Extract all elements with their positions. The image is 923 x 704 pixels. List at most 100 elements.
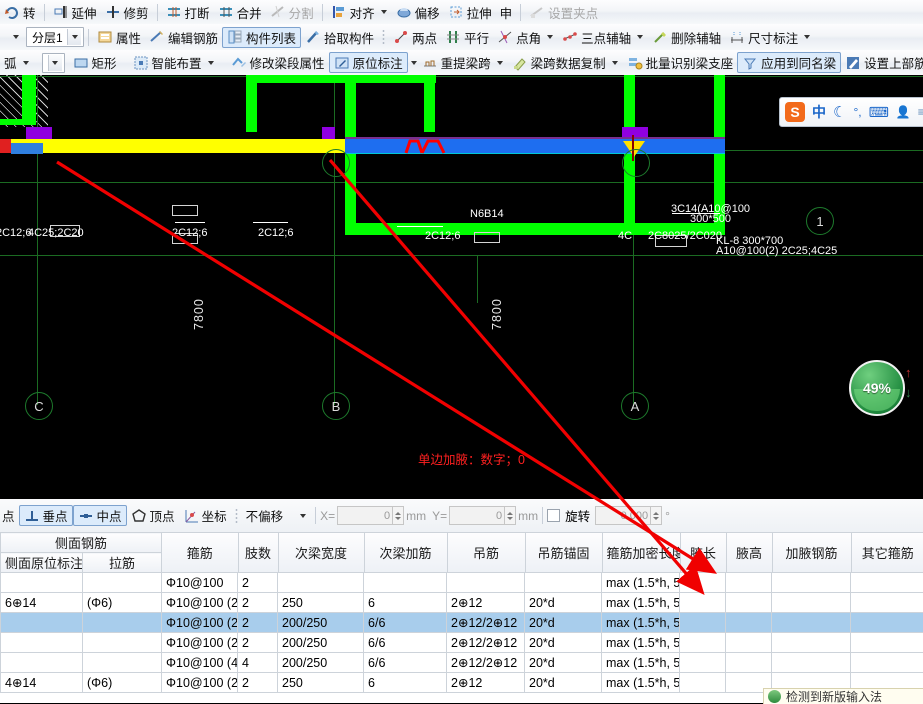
toolbar-item-parallel[interactable]: 平行: [441, 26, 493, 48]
more-icon[interactable]: ≡: [918, 105, 923, 119]
toolbar-item-extend[interactable]: 延伸: [49, 1, 101, 23]
cell-legs[interactable]: 2: [238, 633, 278, 653]
cell-haunch-length[interactable]: [680, 653, 726, 673]
column-header-hanger-anchor[interactable]: 吊筋锚固: [525, 533, 602, 572]
toolbar-item-rectangle[interactable]: 矩形: [69, 52, 121, 74]
chevron-down-icon-insitu[interactable]: [411, 61, 417, 65]
toolbar-item-rotate[interactable]: 转: [0, 1, 40, 23]
cell-legs[interactable]: 2: [238, 573, 278, 593]
cell-side-insitu-rebar[interactable]: 4⊕14: [1, 673, 83, 693]
column-header-tie-rebar[interactable]: 拉筋: [83, 553, 162, 573]
toolbar-item-copy-span-data[interactable]: 梁跨数据复制: [508, 52, 623, 74]
cell-side-insitu-rebar[interactable]: [1, 613, 83, 633]
cell-secondary-beam-rebar[interactable]: 6/6: [364, 633, 447, 653]
offset-mode-select[interactable]: 不偏移: [242, 505, 312, 527]
cell-stirrup[interactable]: Φ10@100 (2: [162, 613, 238, 633]
snap-item-coordinate[interactable]: 坐标: [179, 505, 231, 527]
cell-tie-rebar[interactable]: (Φ6): [83, 673, 162, 693]
cell-side-insitu-rebar[interactable]: 6⊕14: [1, 593, 83, 613]
cell-secondary-beam-rebar[interactable]: 6: [364, 593, 447, 613]
x-coord-value[interactable]: 0: [337, 506, 393, 525]
cell-secondary-beam-width[interactable]: 200/250: [278, 613, 364, 633]
cell-haunch-length[interactable]: [680, 573, 726, 593]
table-row-selected[interactable]: Φ10@100 (2 2 200/250 6/6 2⊕12/2⊕12 20*d …: [1, 613, 923, 633]
cell-stirrup[interactable]: Φ10@100 (4: [162, 653, 238, 673]
beam-segment[interactable]: [0, 119, 36, 125]
grid-bubble-top[interactable]: [322, 149, 350, 177]
chevron-down-icon[interactable]: [547, 35, 553, 39]
toolbar-grip[interactable]: [382, 29, 385, 45]
chevron-down-icon[interactable]: [67, 29, 81, 45]
toolbar-item-three-point-axis[interactable]: 三点辅轴: [558, 26, 648, 48]
cell-stirrup-dense-length[interactable]: max (1.5*h, 50: [602, 613, 680, 633]
cad-drawing-canvas[interactable]: 2C12;6 4C25;2C20 2C12;6 2C12;6 2C12;6 N6…: [0, 75, 923, 499]
cell-hanger-anchor[interactable]: 20*d: [525, 653, 602, 673]
toolbar-item-point-angle[interactable]: 点角: [493, 26, 558, 48]
cell-haunch-rebar[interactable]: [772, 573, 851, 593]
cell-secondary-beam-rebar[interactable]: 6/6: [364, 613, 447, 633]
beam-segment[interactable]: [22, 75, 36, 125]
toolbar-item-stretch[interactable]: 拉伸: [444, 1, 496, 23]
cell-hanger[interactable]: 2⊕12: [447, 593, 525, 613]
cell-secondary-beam-rebar[interactable]: 6/6: [364, 653, 447, 673]
rotate-input[interactable]: 0.000: [595, 506, 662, 525]
axis-bubble-B[interactable]: B: [322, 392, 350, 420]
toolbar-row-edit[interactable]: 转 延伸 修剪 打断 合并 分割 对齐 偏移 拉伸 申 设置夹点: [0, 0, 923, 25]
cell-haunch-length[interactable]: [680, 673, 726, 693]
axis-bubble-A[interactable]: A: [621, 392, 649, 420]
toolbar-item-edit-beam-seg[interactable]: 修改梁段属性: [227, 52, 329, 74]
cell-secondary-beam-width[interactable]: [278, 573, 364, 593]
toolbar-item-split[interactable]: 分割: [266, 1, 318, 23]
toolbar-item-apply-same-name[interactable]: 应用到同名梁: [737, 52, 841, 73]
cell-stirrup[interactable]: Φ10@100 (2: [162, 633, 238, 653]
cell-secondary-beam-width[interactable]: 250: [278, 673, 364, 693]
cell-stirrup-dense-length[interactable]: max (1.5*h, 50: [602, 633, 680, 653]
rebar-grid[interactable]: 侧面钢筋 箍筋 肢数 次梁宽度 次梁加筋 吊筋: [0, 532, 923, 693]
cell-tie-rebar[interactable]: [83, 653, 162, 673]
toolbar-item-component-list[interactable]: 构件列表: [222, 27, 301, 48]
cell-hanger[interactable]: 2⊕12/2⊕12: [447, 613, 525, 633]
cell-tie-rebar[interactable]: [83, 633, 162, 653]
zoom-level-indicator[interactable]: 49%: [849, 360, 905, 416]
toolbar-item-stretch-partial[interactable]: 申: [496, 1, 517, 23]
toolbar-item-dimension[interactable]: 尺寸标注: [725, 26, 815, 48]
sogou-logo-icon[interactable]: S: [785, 102, 805, 122]
snap-item-point[interactable]: 点: [0, 505, 19, 527]
ime-toolbar[interactable]: S 中 ☾ °, ⌨ 👤 ≡: [779, 97, 923, 127]
toolbar-item-two-point[interactable]: 两点: [389, 26, 441, 48]
cell-stirrup[interactable]: Φ10@100: [162, 573, 238, 593]
cell-side-insitu-rebar[interactable]: [1, 633, 83, 653]
chevron-down-icon[interactable]: [381, 10, 387, 14]
column-header-secondary-beam-width[interactable]: 次梁宽度: [278, 533, 364, 572]
cell-hanger-anchor[interactable]: 20*d: [525, 613, 602, 633]
selected-beam-yellow[interactable]: [0, 139, 345, 153]
cell-stirrup[interactable]: Φ10@100 (2: [162, 593, 238, 613]
cell-haunch-rebar[interactable]: [772, 593, 851, 613]
cell-other-stirrup[interactable]: [851, 593, 923, 613]
beam-segment[interactable]: [424, 75, 435, 132]
cell-secondary-beam-width[interactable]: 250: [278, 593, 364, 613]
cell-tie-rebar[interactable]: [83, 613, 162, 633]
cell-secondary-beam-rebar[interactable]: [364, 573, 447, 593]
cell-haunch-height[interactable]: [726, 653, 772, 673]
cell-hanger[interactable]: [447, 573, 525, 593]
y-coord-value[interactable]: 0: [449, 506, 505, 525]
toolbar-item-insitu-mark[interactable]: 原位标注: [329, 52, 408, 73]
beam-rebar-table[interactable]: 侧面钢筋 箍筋 肢数 次梁宽度 次梁加筋 吊筋: [0, 532, 923, 703]
cell-hanger-anchor[interactable]: 20*d: [525, 673, 602, 693]
axis-bubble-1[interactable]: 1: [806, 207, 834, 235]
cell-stirrup-dense-length[interactable]: max (1.5*h, 50: [602, 573, 680, 593]
snap-item-midpoint[interactable]: 中点: [73, 505, 127, 526]
table-row[interactable]: Φ10@100 (2 2 200/250 6/6 2⊕12/2⊕12 20*d …: [1, 633, 923, 653]
table-row[interactable]: Φ10@100 2 max (1.5*h, 50: [1, 573, 923, 593]
column-header-side-insitu-rebar[interactable]: 侧面原位标注筋: [1, 553, 83, 573]
x-coord-spinner[interactable]: [393, 506, 404, 525]
snap-toolbar[interactable]: 点 垂点 中点 顶点 坐标 不偏移 X= 0 mm Y= 0 mm 旋转 0.0…: [0, 499, 923, 533]
toolbar-item-edit-rebar[interactable]: 编辑钢筋: [145, 26, 222, 48]
chevron-down-icon[interactable]: [300, 514, 306, 518]
chevron-down-icon[interactable]: [23, 61, 29, 65]
cell-other-stirrup[interactable]: [851, 573, 923, 593]
beam-segment[interactable]: [246, 75, 436, 83]
punctuation-icon[interactable]: °,: [853, 105, 861, 119]
beam-type-select[interactable]: [42, 53, 65, 73]
